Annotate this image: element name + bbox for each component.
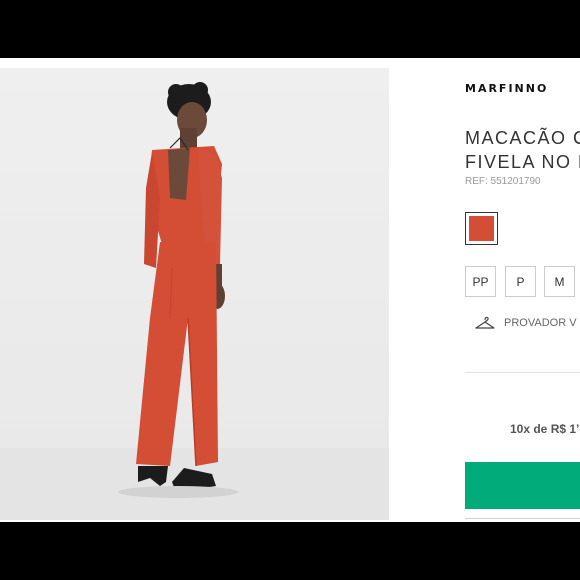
product-title: MACACÃO C FIVELA NO D	[465, 126, 580, 174]
product-title-line-1: MACACÃO C	[465, 128, 580, 148]
product-page: MARFINNO MACACÃO C FIVELA NO D REF: 5512…	[0, 58, 580, 522]
letterbox-top	[0, 0, 580, 58]
letterbox-bottom	[0, 522, 580, 580]
model-illustration	[118, 82, 238, 498]
size-option-p[interactable]: P	[505, 266, 536, 297]
color-swatch-fill	[469, 216, 494, 241]
installment-price: 10x de R$ 1’	[510, 422, 580, 436]
buy-button-underline	[465, 518, 580, 519]
buy-button[interactable]	[465, 462, 580, 509]
size-option-m[interactable]: M	[544, 266, 575, 297]
color-swatch-selected[interactable]	[465, 212, 498, 245]
virtual-fitting-link[interactable]: PROVADOR V	[474, 316, 577, 330]
hanger-icon	[475, 316, 495, 329]
size-option-pp[interactable]: PP	[465, 266, 496, 297]
virtual-fitting-label: PROVADOR V	[504, 317, 577, 329]
product-reference: REF: 551201790	[465, 176, 541, 187]
section-divider	[465, 372, 580, 373]
product-photo[interactable]	[0, 68, 389, 520]
brand-logo[interactable]: MARFINNO	[465, 82, 548, 95]
product-title-line-2: FIVELA NO D	[465, 152, 580, 172]
